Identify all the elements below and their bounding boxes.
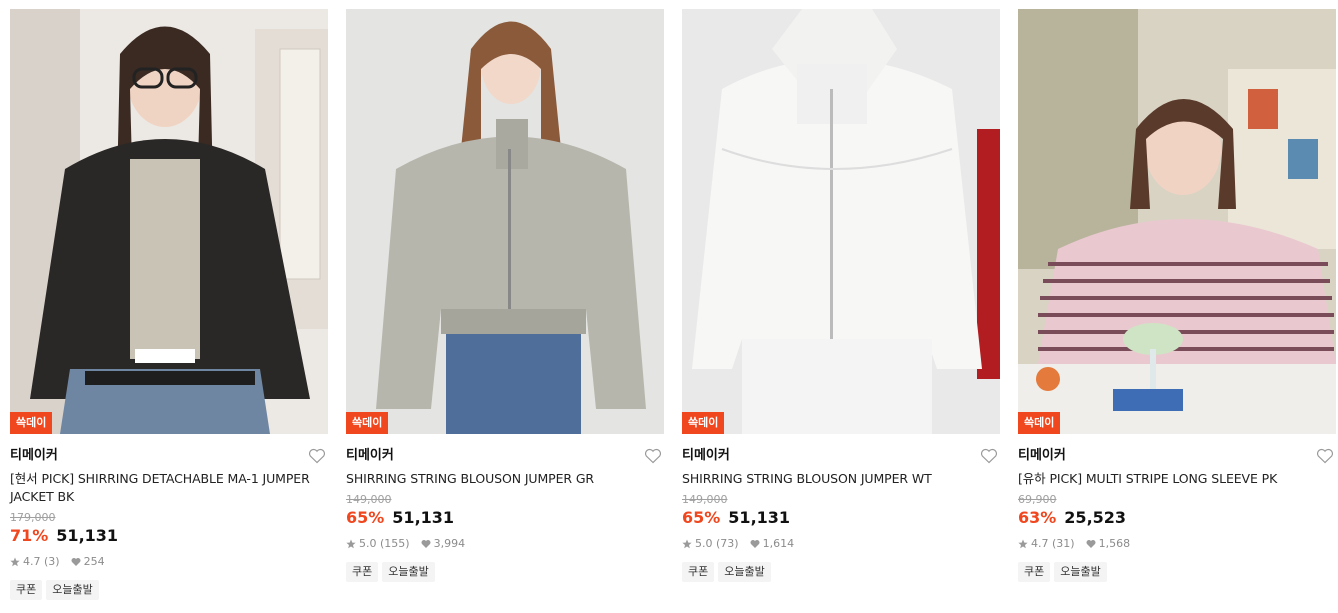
product-stats: 4.7 (31) 1,568 [1018,537,1336,551]
promo-badge: 쓱데이 [10,412,53,434]
coupon-tag: 쿠폰 [346,562,379,582]
rating-value: 5.0 [695,537,713,550]
brand-name[interactable]: 티메이커 [10,447,328,465]
heart-outline-icon[interactable] [980,448,998,464]
discount-rate: 63% [1018,508,1057,527]
like-count: 3,994 [433,537,466,550]
same-day-shipping-tag: 오늘출발 [382,562,435,582]
product-stats: 4.7 (3) 254 [10,555,328,569]
coupon-tag: 쿠폰 [1018,562,1051,582]
original-price: 149,000 [346,493,392,506]
product-card[interactable]: 쓱데이 티메이커 SHIRRING STRING BLOUSON JUMPER … [346,9,664,582]
rating-value: 4.7 [1031,537,1049,550]
same-day-shipping-tag: 오늘출발 [1054,562,1107,582]
product-image[interactable]: 쓱데이 [346,9,664,434]
product-info: 티메이커 SHIRRING STRING BLOUSON JUMPER GR 1… [346,434,664,582]
brand-name[interactable]: 티메이커 [1018,447,1336,465]
tag-list: 쿠폰 오늘출발 [682,562,1000,582]
tag-list: 쿠폰 오늘출발 [10,580,328,600]
rating-value: 5.0 [359,537,377,550]
price-row: 71% 51,131 [10,525,328,547]
like-count: 254 [83,555,105,568]
heart-outline-icon[interactable] [1316,448,1334,464]
like-count: 1,568 [1098,537,1131,550]
discount-rate: 65% [346,508,385,527]
heart-icon [421,540,431,548]
product-image[interactable]: 쓱데이 [1018,9,1336,434]
star-icon [1018,539,1028,549]
original-price: 179,000 [10,511,56,524]
review-count: (155) [380,537,410,550]
product-info: 티메이커 [유하 PICK] MULTI STRIPE LONG SLEEVE … [1018,434,1336,582]
tag-list: 쿠폰 오늘출발 [1018,562,1336,582]
product-info: 티메이커 [현서 PICK] SHIRRING DETACHABLE MA-1 … [10,434,328,600]
product-title[interactable]: [현서 PICK] SHIRRING DETACHABLE MA-1 JUMPE… [10,470,328,506]
sale-price: 51,131 [392,508,455,527]
price-row: 65% 51,131 [346,507,664,529]
discount-rate: 71% [10,526,49,545]
product-info: 티메이커 SHIRRING STRING BLOUSON JUMPER WT 1… [682,434,1000,582]
product-stats: 5.0 (155) 3,994 [346,537,664,551]
promo-badge: 쓱데이 [682,412,725,434]
star-icon [346,539,356,549]
heart-outline-icon[interactable] [644,448,662,464]
heart-icon [750,540,760,548]
coupon-tag: 쿠폰 [682,562,715,582]
review-count: (73) [716,537,739,550]
review-count: (3) [44,555,60,568]
like-count: 1,614 [762,537,795,550]
heart-icon [1086,540,1096,548]
coupon-tag: 쿠폰 [10,580,43,600]
discount-rate: 65% [682,508,721,527]
product-title[interactable]: SHIRRING STRING BLOUSON JUMPER GR [346,470,664,488]
same-day-shipping-tag: 오늘출발 [46,580,99,600]
product-photo-grey-blouson [346,9,664,434]
heart-outline-icon[interactable] [308,448,326,464]
original-price: 69,900 [1018,493,1057,506]
tag-list: 쿠폰 오늘출발 [346,562,664,582]
product-grid: 쓱데이 티메이커 [현서 PICK] SHIRRING DETACHABLE M… [0,0,1338,613]
product-card[interactable]: 쓱데이 티메이커 [유하 PICK] MULTI STRIPE LONG SLE… [1018,9,1336,582]
product-card[interactable]: 쓱데이 티메이커 [현서 PICK] SHIRRING DETACHABLE M… [10,9,328,600]
brand-name[interactable]: 티메이커 [346,447,664,465]
rating-value: 4.7 [23,555,41,568]
star-icon [10,557,20,567]
brand-name[interactable]: 티메이커 [682,447,1000,465]
heart-icon [71,558,81,566]
product-photo-black-bomber [10,9,328,434]
product-title[interactable]: SHIRRING STRING BLOUSON JUMPER WT [682,470,1000,488]
product-title[interactable]: [유하 PICK] MULTI STRIPE LONG SLEEVE PK [1018,470,1336,488]
product-image[interactable]: 쓱데이 [682,9,1000,434]
product-stats: 5.0 (73) 1,614 [682,537,1000,551]
sale-price: 51,131 [728,508,791,527]
original-price: 149,000 [682,493,728,506]
review-count: (31) [1052,537,1075,550]
star-icon [682,539,692,549]
product-photo-pink-stripe-tee [1018,9,1336,434]
price-row: 63% 25,523 [1018,507,1336,529]
sale-price: 25,523 [1064,508,1127,527]
product-card[interactable]: 쓱데이 티메이커 SHIRRING STRING BLOUSON JUMPER … [682,9,1000,582]
sale-price: 51,131 [56,526,119,545]
promo-badge: 쓱데이 [1018,412,1061,434]
product-photo-white-blouson [682,9,1000,434]
product-image[interactable]: 쓱데이 [10,9,328,434]
price-row: 65% 51,131 [682,507,1000,529]
same-day-shipping-tag: 오늘출발 [718,562,771,582]
promo-badge: 쓱데이 [346,412,389,434]
